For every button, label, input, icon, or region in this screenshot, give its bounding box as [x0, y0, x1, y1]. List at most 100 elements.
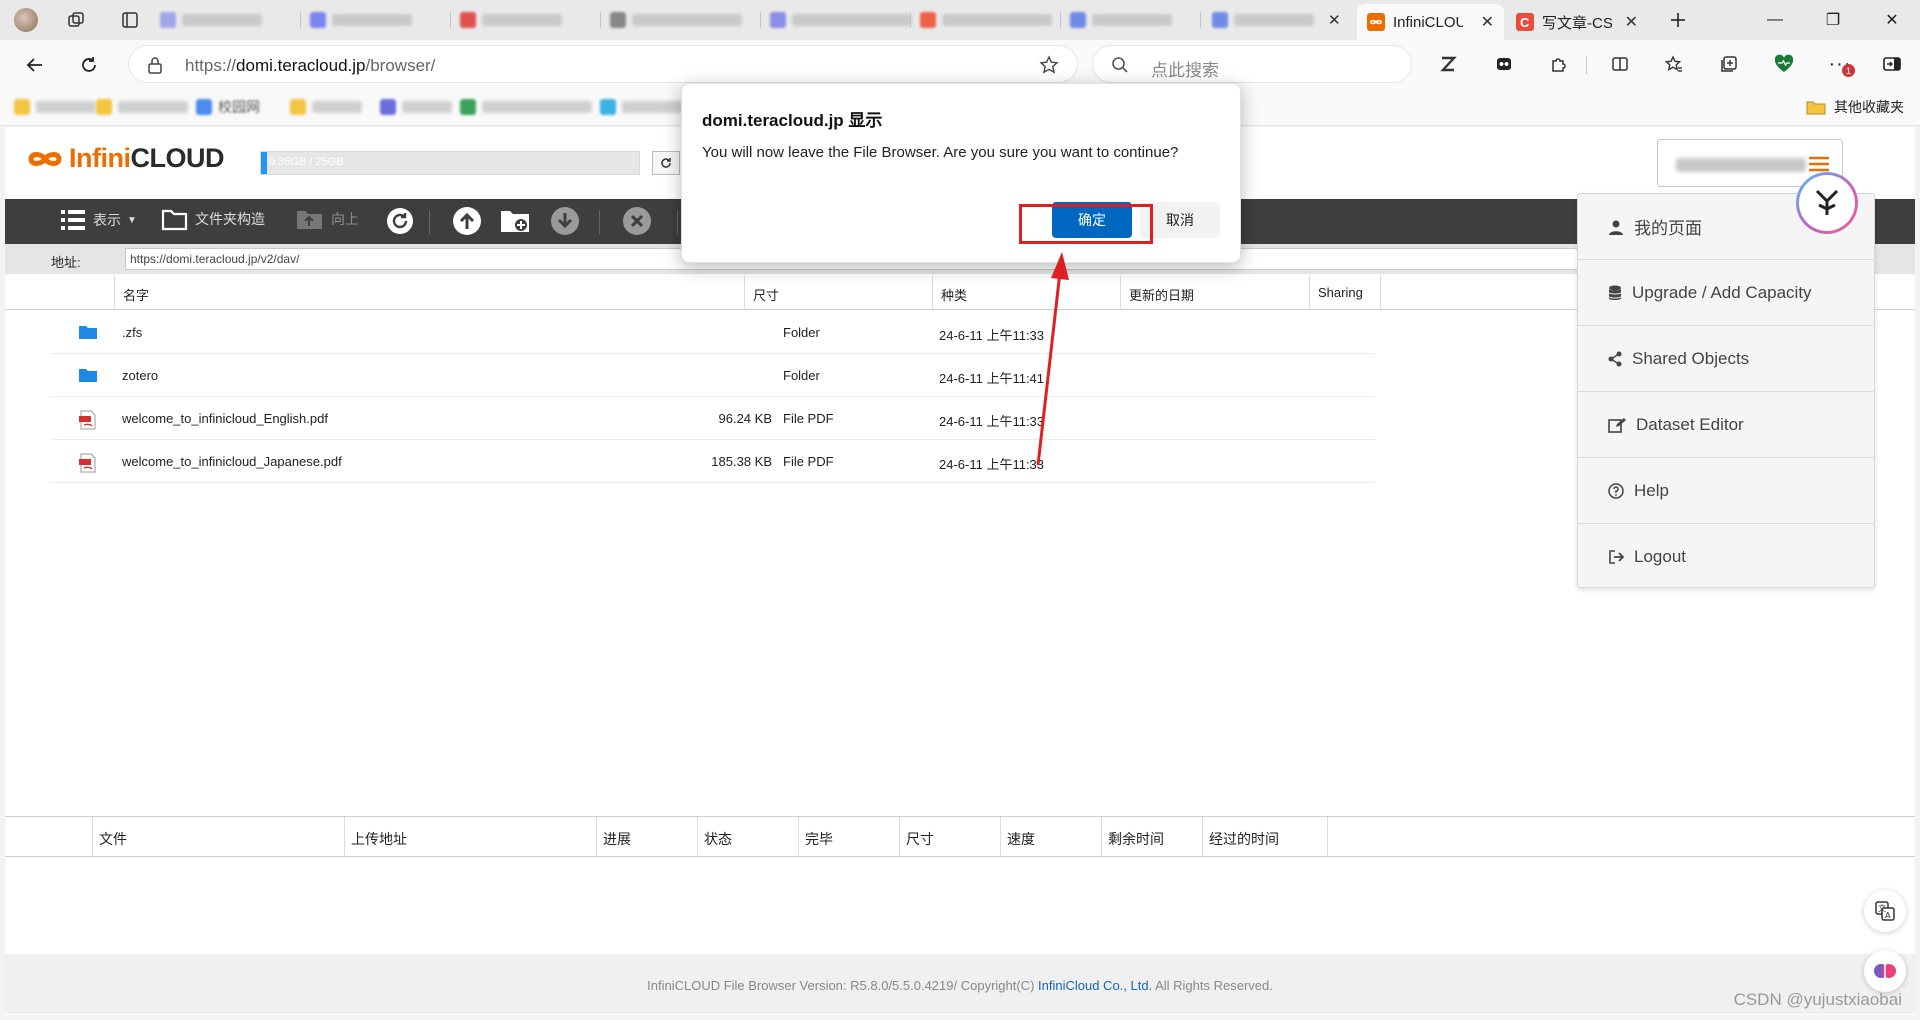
quota-label: 0.35GB / 25GB [269, 156, 344, 168]
puzzle-extensions-icon[interactable] [1545, 50, 1573, 78]
folder-tree-button[interactable]: 文件夹构造 [161, 206, 265, 232]
upload-column-size[interactable]: 尺寸 [900, 817, 1001, 856]
upload-column-destination[interactable]: 上传地址 [345, 817, 597, 856]
folder-icon [78, 324, 98, 340]
workspaces-icon[interactable] [62, 6, 90, 34]
browser-tab-strip: ✕ InfiniCLOUD ✕ C 写文章-CSDN ✕ — ❐ ✕ [0, 0, 1920, 40]
file-name[interactable]: zotero [122, 368, 158, 383]
folder-icon [78, 367, 98, 383]
caret-down-icon: ▼ [127, 214, 137, 226]
copilot-button[interactable] [1864, 950, 1906, 992]
delete-button[interactable] [621, 206, 653, 236]
translate-icon: 文A [1875, 901, 1895, 921]
close-tab-icon[interactable]: ✕ [1625, 12, 1638, 32]
tab-actions-icon[interactable] [116, 6, 144, 34]
file-size: 185.38 KB [711, 454, 772, 469]
upload-column-status[interactable]: 状态 [698, 817, 799, 856]
bookmark-item[interactable] [600, 98, 682, 116]
file-row[interactable]: welcome_to_infinicloud_Japanese.pdf 185.… [50, 440, 1375, 483]
column-header-type[interactable]: 种类 [933, 275, 1121, 309]
new-folder-button[interactable] [499, 206, 531, 236]
reload-list-button[interactable] [385, 206, 415, 236]
blurred-tab[interactable] [310, 8, 412, 32]
favorites-icon[interactable] [1660, 50, 1688, 78]
upload-button[interactable] [451, 206, 483, 236]
bookmark-item[interactable] [460, 98, 592, 116]
split-screen-icon[interactable] [1606, 50, 1634, 78]
menu-item-help[interactable]: Help [1578, 458, 1874, 524]
collections-icon[interactable] [1715, 50, 1743, 78]
close-tab-icon[interactable]: ✕ [1481, 12, 1494, 32]
menu-item-shared-objects[interactable]: Shared Objects [1578, 326, 1874, 392]
new-tab-icon[interactable] [1664, 6, 1692, 34]
upload-column-progress[interactable]: 进展 [597, 817, 698, 856]
bookmark-item[interactable] [96, 98, 188, 116]
menu-item-logout[interactable]: Logout [1578, 524, 1874, 590]
more-menu-icon[interactable]: ··· 1 [1826, 50, 1855, 78]
profile-avatar[interactable] [12, 6, 40, 34]
upload-column-elapsed[interactable]: 经过的时间 [1203, 817, 1328, 856]
menu-item-dataset-editor[interactable]: Dataset Editor [1578, 392, 1874, 458]
upload-column-file[interactable]: 文件 [93, 817, 345, 856]
tab-infinicloud[interactable]: InfiniCLOUD ✕ [1357, 4, 1504, 40]
bookmark-item[interactable] [380, 98, 452, 116]
toolbar-divider [1586, 56, 1587, 74]
blurred-tab[interactable] [460, 8, 562, 32]
blurred-tab[interactable] [610, 8, 742, 32]
close-window-icon[interactable]: ✕ [1862, 0, 1920, 40]
file-type: File PDF [783, 411, 834, 426]
tab-separator [600, 12, 601, 28]
bookmark-item[interactable] [290, 98, 362, 116]
pdf-icon [78, 453, 98, 473]
column-header-name[interactable]: 名字 [115, 275, 745, 309]
blurred-tab[interactable] [770, 8, 912, 32]
file-name[interactable]: welcome_to_infinicloud_English.pdf [122, 411, 328, 426]
file-name[interactable]: .zfs [122, 325, 142, 340]
refresh-icon [661, 158, 671, 168]
column-header-sharing[interactable]: Sharing [1310, 275, 1381, 309]
file-row[interactable]: .zfs Folder 24-6-11 上午11:33 [50, 311, 1375, 354]
blurred-tab[interactable]: ✕ [1212, 8, 1341, 32]
url-bar[interactable]: https://domi.teracloud.jp/browser/ [128, 45, 1078, 83]
refresh-quota-button[interactable] [652, 151, 680, 175]
dialog-message: You will now leave the File Browser. Are… [702, 144, 1179, 161]
file-row[interactable]: welcome_to_infinicloud_English.pdf 96.24… [50, 397, 1375, 440]
search-bar[interactable]: 点此搜索 [1092, 45, 1412, 83]
blurred-tab[interactable] [920, 8, 1052, 32]
toolbar-divider [429, 210, 430, 234]
health-extension-icon[interactable] [1770, 50, 1798, 78]
other-bookmarks-folder[interactable]: 其他收藏夹 [1806, 97, 1904, 117]
tab-csdn[interactable]: C 写文章-CSDN ✕ [1506, 4, 1648, 40]
favorite-star-icon[interactable] [1039, 55, 1059, 75]
column-header-date[interactable]: 更新的日期 [1121, 275, 1310, 309]
file-name[interactable]: welcome_to_infinicloud_Japanese.pdf [122, 454, 342, 469]
company-link[interactable]: InfiniCloud Co., Ltd. [1038, 978, 1152, 993]
csdn-favicon-icon: C [1516, 13, 1534, 31]
restore-icon[interactable]: ❐ [1803, 0, 1863, 40]
file-type: Folder [783, 368, 820, 383]
bookmark-item[interactable] [14, 98, 96, 116]
sidebar-toggle-icon[interactable] [1878, 50, 1906, 78]
minimize-icon[interactable]: — [1745, 0, 1805, 40]
zotero-extension-icon[interactable] [1434, 50, 1462, 78]
upload-column-done[interactable]: 完毕 [799, 817, 900, 856]
blurred-tab[interactable] [1070, 8, 1172, 32]
reload-icon[interactable] [74, 50, 104, 80]
extension-icon[interactable] [1490, 50, 1518, 78]
up-folder-button[interactable]: 向上 [295, 206, 359, 232]
floating-assistant-badge[interactable] [1796, 172, 1858, 234]
file-row[interactable]: zotero Folder 24-6-11 上午11:41 [50, 354, 1375, 397]
upload-column-remaining[interactable]: 剩余时间 [1102, 817, 1203, 856]
bookmark-item[interactable]: 校园网 [196, 98, 260, 116]
back-icon[interactable] [20, 50, 50, 80]
column-header-size[interactable]: 尺寸 [745, 275, 933, 309]
blurred-tab[interactable] [160, 8, 262, 32]
file-type: Folder [783, 325, 820, 340]
translate-button[interactable]: 文A [1864, 890, 1906, 932]
lock-icon[interactable] [147, 56, 163, 74]
download-button[interactable] [549, 206, 581, 236]
upload-column-speed[interactable]: 速度 [1001, 817, 1102, 856]
view-menu-button[interactable]: 表示 ▼ [59, 206, 137, 234]
infinicloud-logo[interactable]: InfiniCLOUD [25, 143, 224, 174]
menu-item-upgrade[interactable]: Upgrade / Add Capacity [1578, 260, 1874, 326]
